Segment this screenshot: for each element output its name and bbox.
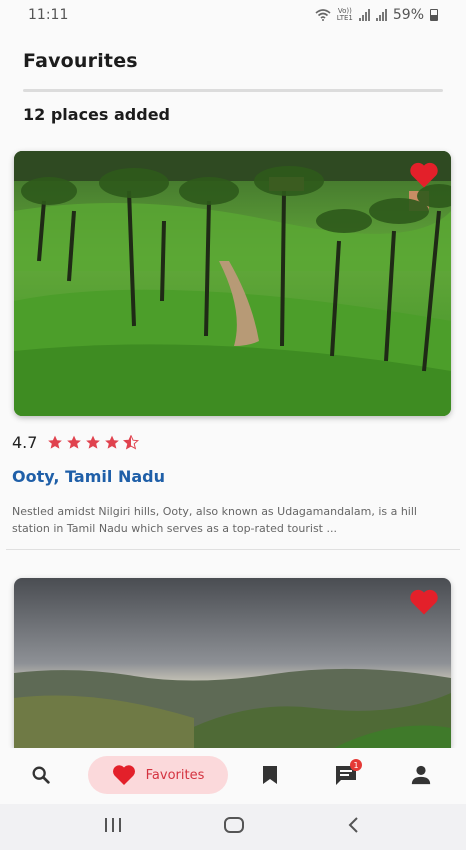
- favorite-heart-icon[interactable]: [409, 588, 439, 616]
- star-icon: [48, 435, 63, 449]
- battery-icon: [430, 9, 438, 21]
- nav-favorites[interactable]: Favorites: [88, 756, 228, 794]
- lte-indicator: Vo)) LTE1: [336, 7, 353, 22]
- status-bar: 11:11 Vo)) LTE1 59%: [0, 0, 466, 30]
- favorite-heart-icon[interactable]: [409, 161, 439, 189]
- star-icon: [86, 435, 101, 449]
- rating-value: 4.7: [12, 433, 38, 452]
- star-icon: [67, 435, 82, 449]
- rating-row: 4.7: [12, 433, 140, 452]
- place-description: Nestled amidst Nilgiri hills, Ooty, also…: [12, 505, 417, 535]
- nav-bookmarks[interactable]: [260, 764, 280, 786]
- heart-icon: [112, 765, 135, 785]
- wifi-icon: [315, 9, 331, 21]
- status-right: Vo)) LTE1 59%: [315, 7, 438, 23]
- places-count: 12 places added: [23, 105, 171, 124]
- back-icon: [348, 817, 358, 833]
- home-icon: [224, 817, 244, 833]
- person-icon: [411, 765, 431, 785]
- nav-profile[interactable]: [410, 764, 432, 786]
- nav-messages[interactable]: 1: [334, 759, 362, 786]
- recent-apps-icon: [105, 818, 121, 832]
- place-image[interactable]: [14, 578, 451, 748]
- home-button[interactable]: [223, 816, 245, 834]
- nav-favorites-label: Favorites: [145, 767, 205, 783]
- recent-apps-button[interactable]: [103, 816, 123, 834]
- star-icon: [105, 435, 120, 449]
- half-star-icon: [123, 435, 140, 450]
- header-divider: [23, 89, 443, 92]
- place-card[interactable]: [14, 578, 451, 748]
- back-button[interactable]: [346, 816, 362, 834]
- chat-badge: 1: [350, 759, 362, 771]
- nav-search[interactable]: [30, 764, 52, 786]
- signal-icon-2: [375, 9, 387, 21]
- status-time: 11:11: [28, 7, 69, 23]
- bottom-nav: Favorites 1: [0, 748, 466, 804]
- bookmark-icon: [263, 766, 277, 784]
- system-nav-bar: [0, 804, 466, 850]
- place-name-link[interactable]: Ooty, Tamil Nadu: [12, 467, 165, 486]
- place-image[interactable]: [14, 151, 451, 416]
- place-card[interactable]: 4.7 Ooty, Tamil Nadu Nestled amidst Nilg…: [12, 151, 451, 535]
- signal-icon: [358, 9, 370, 21]
- card-separator: [6, 549, 460, 550]
- battery-percent: 59%: [392, 7, 424, 23]
- page-title: Favourites: [23, 50, 138, 72]
- search-icon: [32, 766, 50, 784]
- rating-stars: [47, 435, 140, 450]
